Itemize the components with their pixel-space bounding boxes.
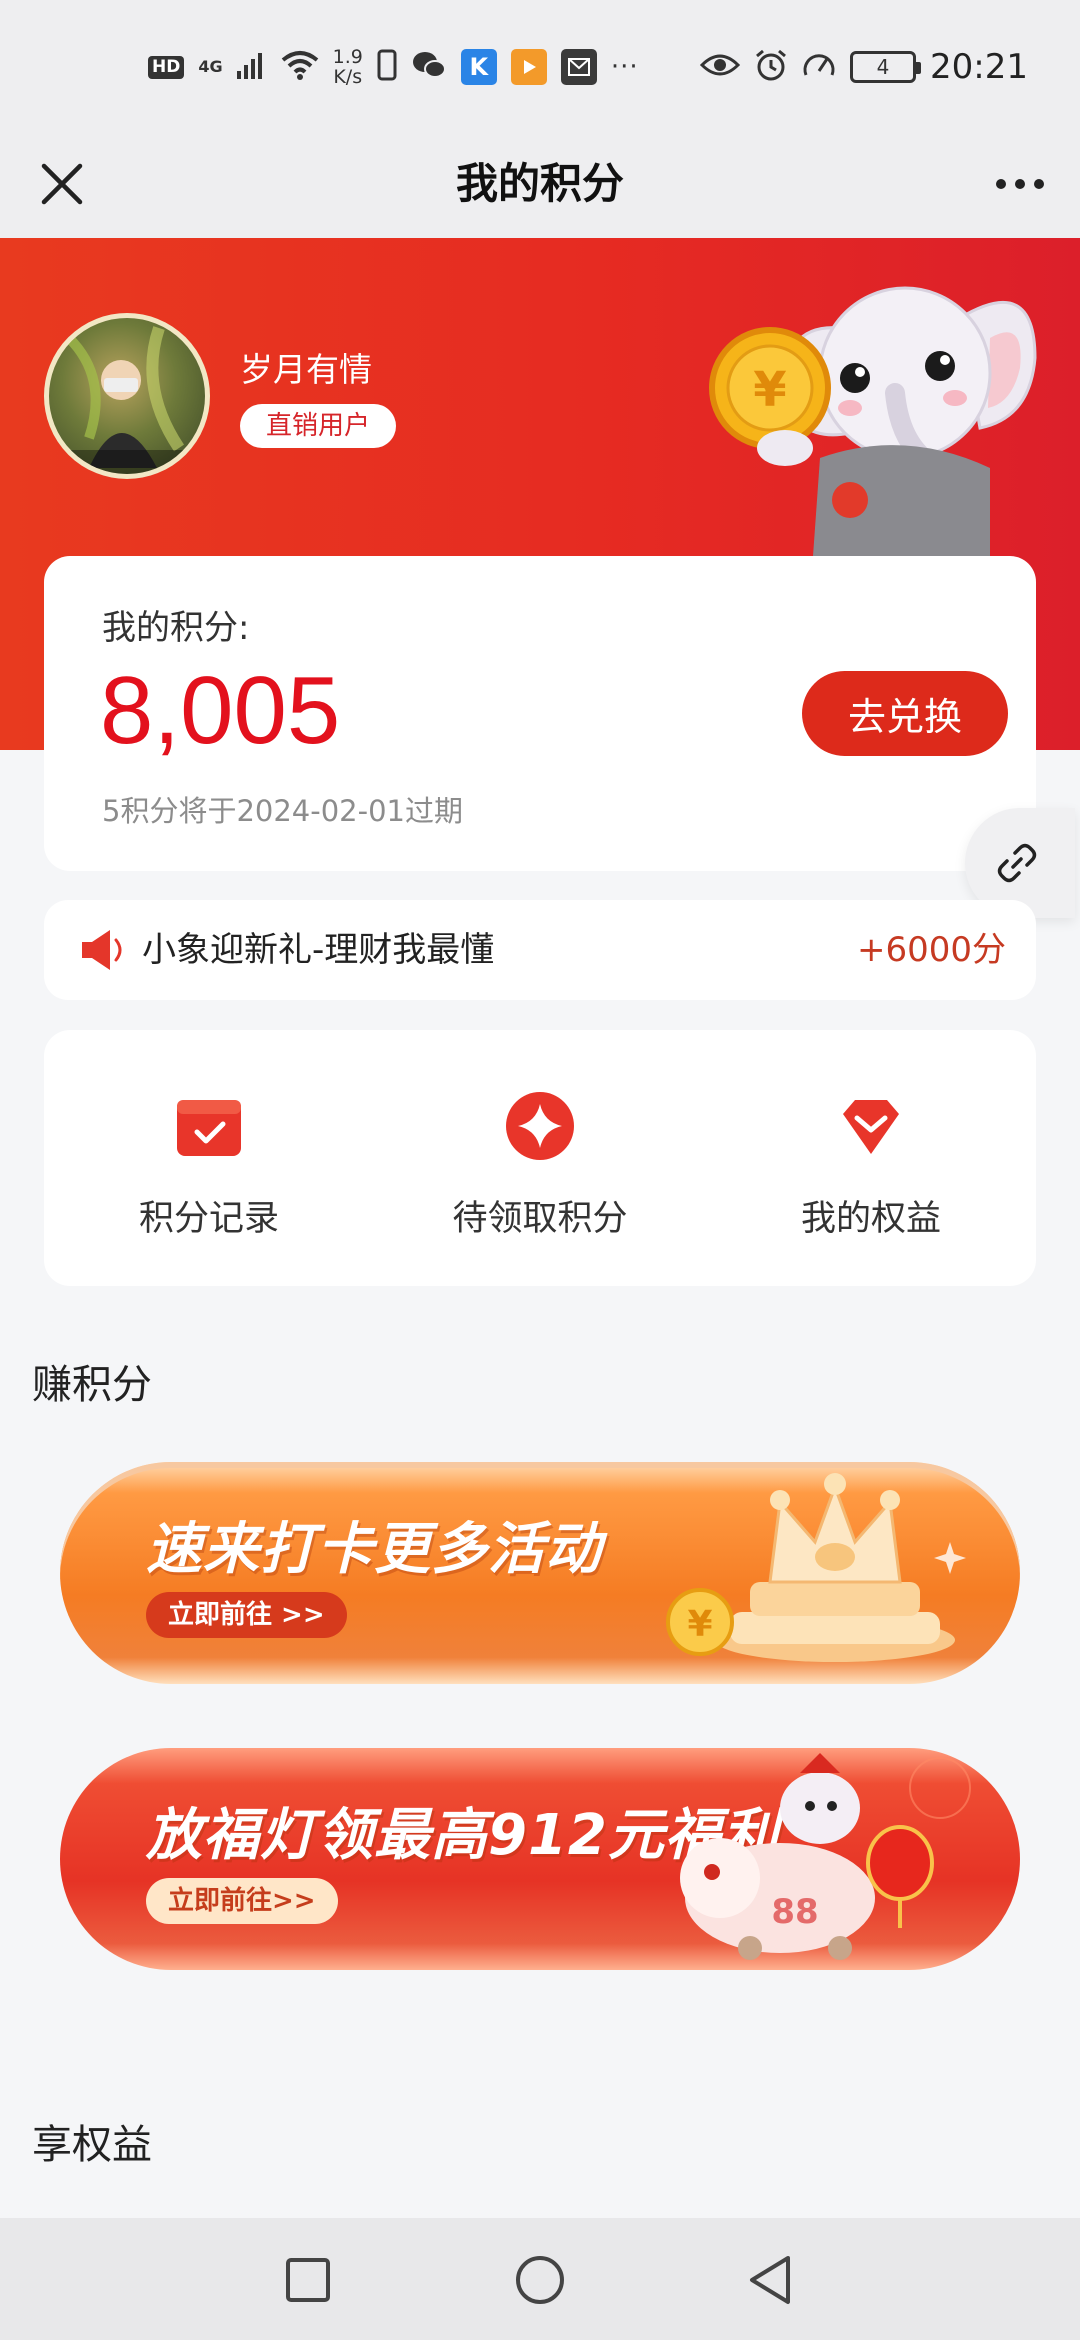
circle-icon [516, 2256, 564, 2304]
more-icon-dot [1034, 179, 1044, 189]
mail-app-icon [560, 49, 597, 85]
elephant-lantern-icon: 88 [620, 1748, 980, 1970]
nav-bar: 我的积分 [0, 130, 1080, 238]
exchange-button[interactable]: 去兑换 [802, 671, 1008, 756]
k-app-icon: K [460, 49, 497, 85]
banner-cta-button[interactable]: 立即前往>> [146, 1878, 338, 1924]
section-title-benefits: 享权益 [32, 2122, 152, 2168]
banner-cta-button[interactable]: 立即前往 >> [146, 1592, 347, 1638]
speed-icon [802, 49, 836, 85]
calendar-check-icon [173, 1090, 245, 1162]
quick-action-points-record[interactable]: 积分记录 [44, 1030, 374, 1286]
svg-text:88: 88 [771, 1892, 818, 1932]
more-button[interactable] [982, 148, 1058, 220]
wechat-icon [411, 49, 447, 85]
close-button[interactable] [26, 148, 98, 220]
elephant-mascot-icon: ¥ [690, 268, 1050, 598]
banner-title: 速来打卡更多活动 [146, 1517, 602, 1582]
alarm-icon [754, 48, 788, 86]
quick-action-label: 待领取积分 [452, 1199, 628, 1239]
quick-action-label: 积分记录 [138, 1199, 279, 1239]
announcement-bar[interactable]: 小象迎新礼-理财我最懂 +6000分 [44, 900, 1036, 1000]
sparkle-icon [504, 1090, 576, 1162]
status-bar: HD 4G 1.9 K/s K ··· 4 20:21 [0, 0, 1080, 130]
link-icon [997, 843, 1037, 883]
user-tag-badge: 直销用户 [240, 404, 397, 448]
wifi-icon [281, 50, 319, 84]
avatar[interactable] [44, 313, 210, 479]
quick-action-my-benefits[interactable]: 我的权益 [706, 1030, 1036, 1286]
speed-unit: K/s [333, 66, 363, 88]
recent-apps-button[interactable] [272, 2244, 344, 2316]
checkin-activity-banner[interactable]: 速来打卡更多活动 立即前往 >> ¥ [60, 1462, 1020, 1684]
svg-text:¥: ¥ [753, 362, 786, 418]
close-icon [41, 163, 83, 205]
back-triangle-icon [750, 2256, 790, 2304]
points-value: 8,005 [100, 657, 341, 764]
svg-text:¥: ¥ [687, 1604, 712, 1645]
crown-coin-icon: ¥ [620, 1462, 980, 1684]
status-left: HD 4G 1.9 K/s K ··· [148, 42, 639, 92]
clock: 20:21 [930, 47, 1028, 87]
system-nav-bar [0, 2218, 1080, 2340]
points-card: 我的积分: 8,005 去兑换 5积分将于2024-02-01过期 [44, 556, 1036, 871]
quick-actions-card: 积分记录 待领取积分 我的权益 [44, 1030, 1036, 1286]
home-button[interactable] [504, 2244, 576, 2316]
more-icon-dot [1015, 179, 1025, 189]
phone-icon [377, 49, 397, 85]
hd-icon: HD [148, 55, 185, 79]
network-type: 4G [198, 57, 223, 76]
video-app-icon [510, 49, 547, 85]
eye-icon [699, 51, 741, 83]
expire-note: 5积分将于2024-02-01过期 [102, 794, 463, 828]
net-speed: 1.9 K/s [333, 47, 363, 87]
battery-level: 4 [876, 55, 890, 79]
back-button[interactable] [734, 2244, 806, 2316]
points-label: 我的积分: [102, 608, 250, 648]
quick-action-pending-points[interactable]: 待领取积分 [375, 1030, 705, 1286]
signal-icon [236, 51, 267, 83]
section-title-earn: 赚积分 [32, 1362, 152, 1408]
megaphone-icon [80, 928, 128, 976]
more-notifications: ··· [610, 52, 639, 82]
speed-value: 1.9 [332, 46, 363, 68]
square-icon [286, 2258, 330, 2302]
quick-action-label: 我的权益 [800, 1199, 941, 1239]
diamond-icon [835, 1090, 907, 1162]
more-icon-dot [996, 179, 1006, 189]
status-right: 4 20:21 [699, 42, 1028, 92]
battery-icon: 4 [850, 51, 922, 83]
announcement-points: +6000分 [856, 930, 1006, 970]
lantern-welfare-banner[interactable]: 放福灯领最高912元福利 立即前往>> 88 [60, 1748, 1020, 1970]
announcement-text: 小象迎新礼-理财我最懂 [142, 930, 495, 970]
user-name: 岁月有情 [240, 350, 372, 389]
page-title: 我的积分 [455, 159, 624, 208]
